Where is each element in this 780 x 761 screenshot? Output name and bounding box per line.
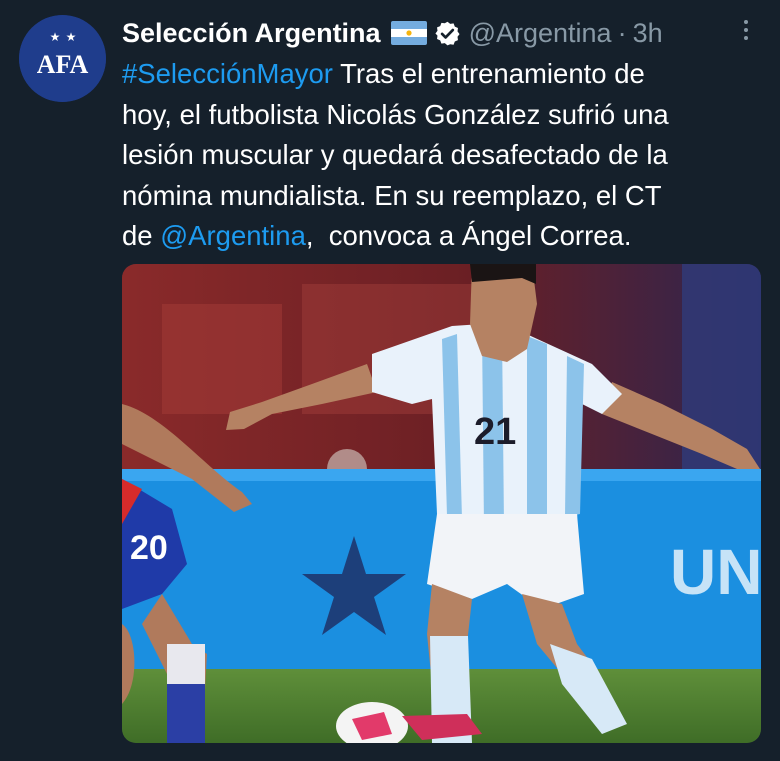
separator-dot: · bbox=[617, 17, 627, 48]
jersey-number: 21 bbox=[474, 411, 516, 453]
opponent-number: 20 bbox=[130, 529, 168, 567]
tweet-timestamp[interactable]: 3h bbox=[633, 18, 663, 49]
avatar[interactable]: ★ ★ AFA bbox=[19, 15, 106, 102]
argentina-flag-icon bbox=[390, 21, 427, 45]
author-handle[interactable]: @Argentina bbox=[469, 18, 612, 49]
tweet-line-text: , convoca a Ángel Correa. bbox=[305, 220, 632, 251]
tweet-line: hoy, el futbolista Nicolás González sufr… bbox=[122, 98, 669, 130]
tweet-line: #SelecciónMayor Tras el entrenamiento de bbox=[122, 54, 762, 95]
svg-text:★: ★ bbox=[66, 30, 77, 44]
tweet-header: Selección Argentina @Argentina · 3h bbox=[122, 14, 663, 52]
board-banner-text: UNA bbox=[670, 536, 761, 608]
afa-logo-icon: ★ ★ AFA bbox=[19, 15, 106, 102]
tweet-photo[interactable]: UNA 20 21 bbox=[122, 264, 761, 743]
svg-text:★: ★ bbox=[50, 30, 61, 44]
tweet-line: lesión muscular y quedará desafectado de… bbox=[122, 139, 668, 170]
tweet[interactable]: ★ ★ AFA Selección Argentina @Argentina ·… bbox=[0, 0, 780, 761]
tweet-line: de @Argentina, convoca a Ángel Correa. bbox=[122, 216, 762, 257]
tweet-line: nómina mundialista. En su reemplazo, el … bbox=[122, 179, 662, 211]
more-options-icon[interactable] bbox=[741, 18, 751, 42]
mention-link[interactable]: @Argentina bbox=[160, 220, 306, 251]
tweet-text: #SelecciónMayor Tras el entrenamiento de… bbox=[122, 54, 762, 257]
football-player-photo: UNA 20 21 bbox=[122, 264, 761, 743]
avatar-logo-text: AFA bbox=[37, 50, 89, 79]
tweet-line-text: de bbox=[122, 220, 161, 251]
tweet-line-text: Tras el entrenamiento de bbox=[332, 58, 645, 89]
author-name[interactable]: Selección Argentina bbox=[122, 18, 381, 49]
verified-badge-icon bbox=[434, 20, 461, 47]
hashtag-link[interactable]: #SelecciónMayor bbox=[122, 58, 333, 89]
